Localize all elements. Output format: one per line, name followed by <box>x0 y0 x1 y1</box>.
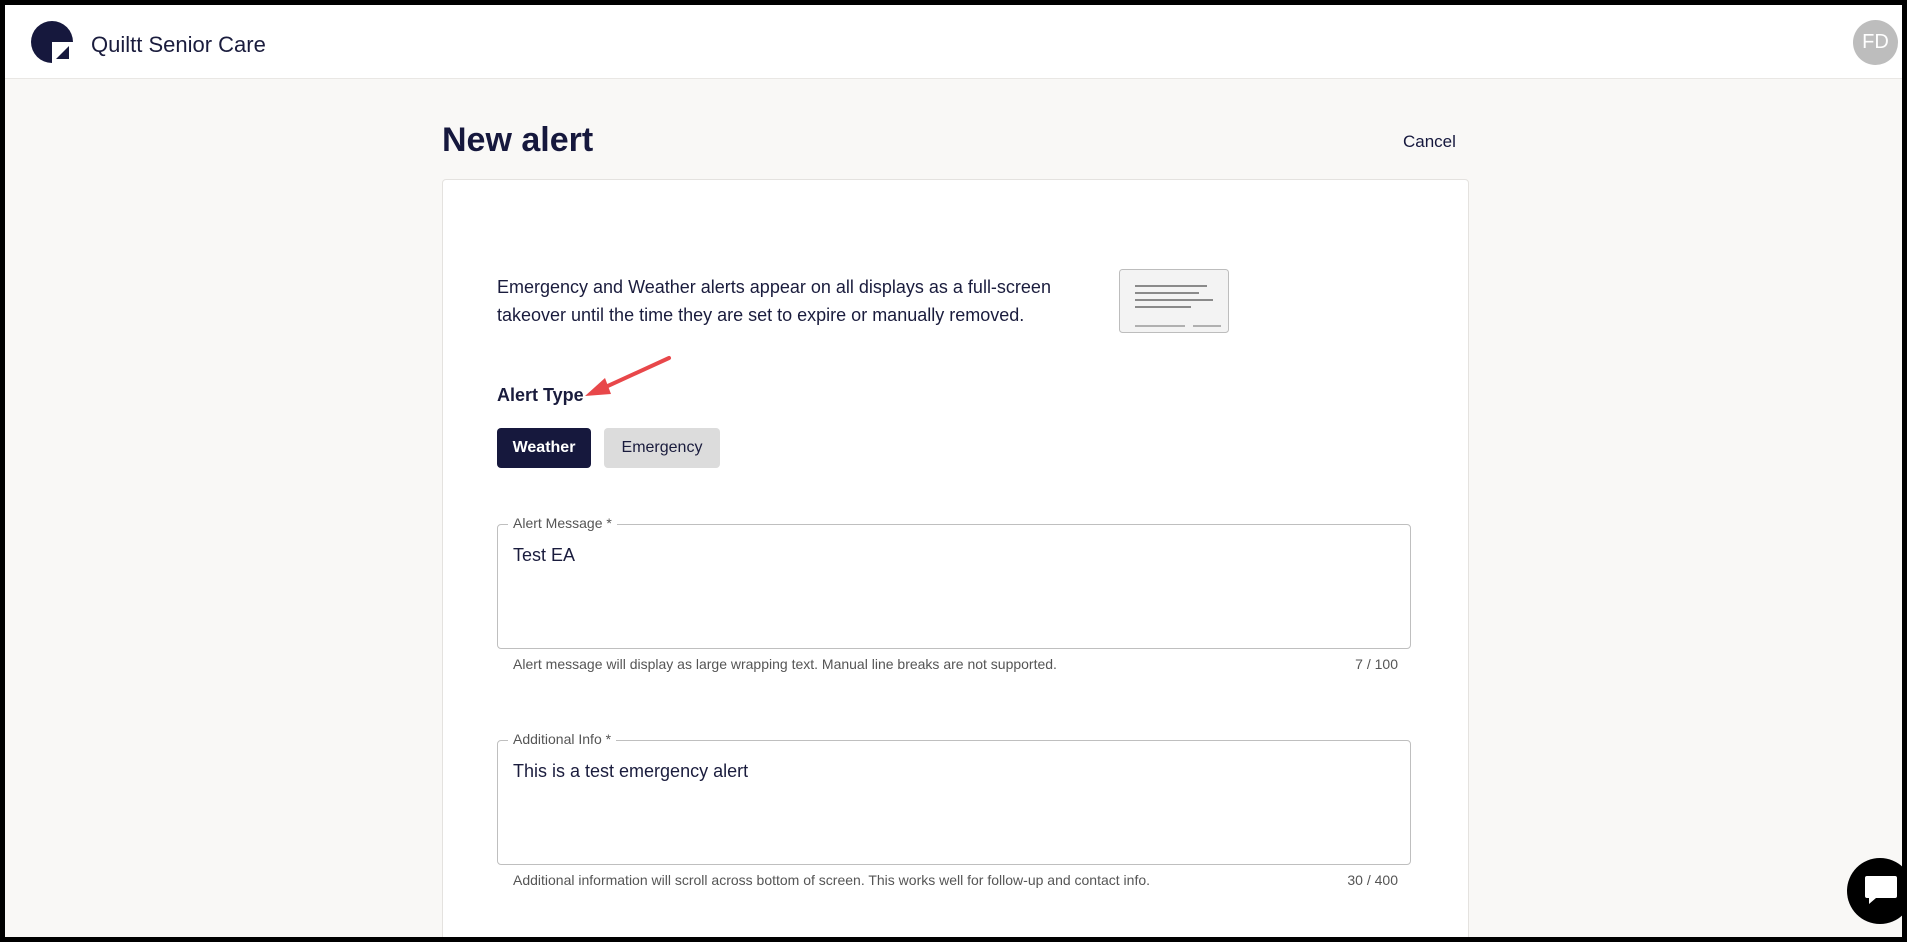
intro-text: Emergency and Weather alerts appear on a… <box>497 277 1051 325</box>
cancel-button[interactable]: Cancel <box>1403 132 1456 152</box>
additional-info-label: Additional Info * <box>508 731 617 747</box>
alert-message-label: Alert Message * <box>508 515 617 531</box>
app-title: Quiltt Senior Care <box>91 32 266 57</box>
chat-button[interactable] <box>1847 858 1902 924</box>
additional-info-helper: Additional information will scroll acros… <box>513 872 1151 888</box>
top-bar: Quiltt Senior Care FD <box>5 5 1902 79</box>
alert-type-label: Alert Type <box>497 385 584 405</box>
additional-info-field[interactable]: Additional Info * This is a test emergen… <box>497 731 1411 865</box>
additional-info-counter: 30 / 400 <box>1347 872 1398 888</box>
quiltt-logo-icon[interactable] <box>31 21 73 63</box>
avatar[interactable]: FD <box>1853 20 1898 65</box>
alert-message-helper: Alert message will display as large wrap… <box>513 656 1057 672</box>
annotation-arrow-icon <box>585 356 671 396</box>
page-title: New alert <box>442 121 594 159</box>
alert-message-field[interactable]: Alert Message * Test EA <box>497 515 1411 649</box>
alert-message-value[interactable]: Test EA <box>513 545 575 566</box>
emergency-type-button[interactable]: Emergency <box>604 428 720 468</box>
app-window: Quiltt Senior Care FD New alert Cancel E… <box>0 0 1907 942</box>
chat-icon <box>1865 876 1897 904</box>
alert-form-card: Emergency and Weather alerts appear on a… <box>442 179 1469 937</box>
additional-info-value[interactable]: This is a test emergency alert <box>513 761 748 782</box>
alert-message-counter: 7 / 100 <box>1355 656 1398 672</box>
display-preview-icon <box>1119 269 1229 333</box>
weather-type-button[interactable]: Weather <box>497 428 591 468</box>
